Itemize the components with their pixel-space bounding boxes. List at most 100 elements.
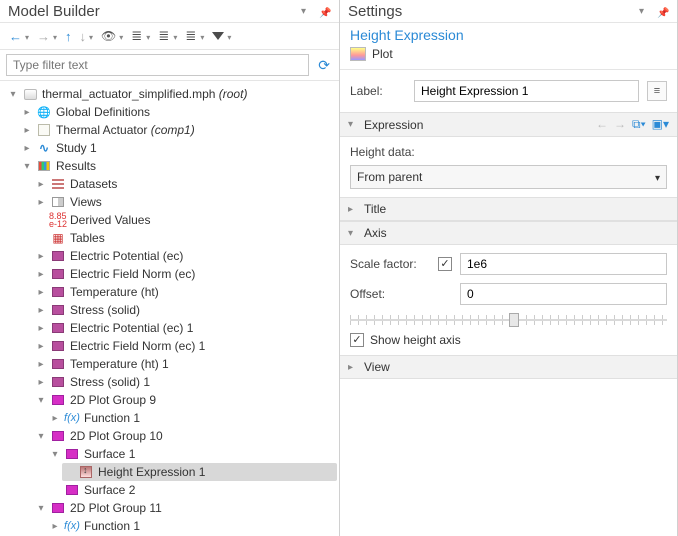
study-icon xyxy=(36,141,52,155)
nav-down-button[interactable]: ↓ xyxy=(77,27,97,46)
results-icon xyxy=(38,161,50,171)
height-data-combo[interactable]: From parent xyxy=(350,165,667,189)
expand-icon[interactable]: ▸ xyxy=(22,107,32,118)
insert-expression-icon[interactable]: ⧉▾ xyxy=(632,117,646,132)
tree-node-surface-1[interactable]: ▾Surface 1 xyxy=(48,445,337,463)
model-builder-panel: Model Builder ← → ↑ ↓ ▾ thermal_actuator… xyxy=(0,0,340,536)
plot-icon xyxy=(52,269,64,279)
expand-button[interactable] xyxy=(155,26,180,46)
tree-node-function-1[interactable]: ▸f(x)Function 1 xyxy=(48,409,337,427)
expand-icon[interactable]: ▾ xyxy=(22,161,32,172)
plot-icon xyxy=(52,305,64,315)
plot-icon xyxy=(52,251,64,261)
filter-input[interactable] xyxy=(6,54,309,76)
tree-node-plot-ep-ec[interactable]: ▸Electric Potential (ec) xyxy=(34,247,337,265)
component-icon xyxy=(38,124,50,136)
chevron-right-icon: ▸ xyxy=(348,362,358,373)
expand-icon[interactable]: ▾ xyxy=(8,89,18,100)
nav-forward-button[interactable]: → xyxy=(34,27,60,46)
surface-icon xyxy=(66,449,78,459)
tree-node-plot-temp-ht[interactable]: ▸Temperature (ht) xyxy=(34,283,337,301)
tree-node-datasets[interactable]: ▸Datasets xyxy=(34,175,337,193)
model-builder-title: Model Builder xyxy=(8,3,100,20)
plot-2d-icon xyxy=(52,431,64,441)
show-height-axis-checkbox[interactable] xyxy=(350,333,364,347)
group-button[interactable] xyxy=(182,26,207,46)
model-builder-header: Model Builder xyxy=(0,0,339,23)
settings-subtitle: Height Expression xyxy=(340,23,677,45)
nav-back-button[interactable]: ← xyxy=(6,27,32,46)
tree-node-tables[interactable]: ▸Tables xyxy=(34,229,337,247)
expand-icon[interactable]: ▸ xyxy=(22,125,32,136)
refresh-button[interactable] xyxy=(315,55,333,76)
show-button[interactable] xyxy=(98,27,126,45)
tree-node-plot-stress1[interactable]: ▸Stress (solid) 1 xyxy=(34,373,337,391)
tree-node-plot-group-10[interactable]: ▾2D Plot Group 10 xyxy=(34,427,337,445)
scale-factor-input[interactable] xyxy=(460,253,667,275)
views-icon xyxy=(52,197,64,207)
slider-thumb[interactable] xyxy=(509,313,519,327)
panel-menu-icon[interactable] xyxy=(301,5,315,19)
model-tree[interactable]: ▾ thermal_actuator_simplified.mph (root)… xyxy=(0,81,339,536)
goto-button[interactable] xyxy=(647,81,667,101)
tree-node-plot-temp-ht1[interactable]: ▸Temperature (ht) 1 xyxy=(34,355,337,373)
tree-node-component[interactable]: ▸ Thermal Actuator (comp1) xyxy=(20,121,337,139)
tree-node-plot-ef-ec[interactable]: ▸Electric Field Norm (ec) xyxy=(34,265,337,283)
tree-node-surface-2[interactable]: ▸Surface 2 xyxy=(48,481,337,499)
tree-node-plot-ef-ec1[interactable]: ▸Electric Field Norm (ec) 1 xyxy=(34,337,337,355)
panel-menu-icon[interactable] xyxy=(639,5,653,19)
tree-node-study[interactable]: ▸ Study 1 xyxy=(20,139,337,157)
label-row: Label: xyxy=(340,70,677,112)
plot-button-label[interactable]: Plot xyxy=(372,47,393,61)
tree-node-views[interactable]: ▸Views xyxy=(34,193,337,211)
function-icon: f(x) xyxy=(64,519,80,533)
section-header-expression[interactable]: ▾ Expression ← → ⧉▾ ▣▾ xyxy=(340,112,677,137)
globe-icon xyxy=(36,105,52,119)
tree-node-function-1b[interactable]: ▸f(x)Function 1 xyxy=(48,517,337,535)
tree-node-global-definitions[interactable]: ▸ Global Definitions xyxy=(20,103,337,121)
section-header-title[interactable]: ▸ Title xyxy=(340,197,677,221)
offset-slider[interactable] xyxy=(350,315,667,325)
label-field-label: Label: xyxy=(350,84,406,98)
arrow-right-icon[interactable]: → xyxy=(614,117,626,132)
tree-node-plot-group-9[interactable]: ▾2D Plot Group 9 xyxy=(34,391,337,409)
plot-icon xyxy=(52,377,64,387)
collapse-button[interactable] xyxy=(128,26,153,46)
section-header-axis[interactable]: ▾ Axis xyxy=(340,221,677,245)
tree-node-results[interactable]: ▾ Results xyxy=(20,157,337,175)
chevron-down-icon: ▾ xyxy=(348,228,358,239)
pin-icon[interactable] xyxy=(319,5,333,19)
derived-values-icon: 8.85 e-12 xyxy=(50,213,66,227)
tree-node-root[interactable]: ▾ thermal_actuator_simplified.mph (root) xyxy=(6,85,337,103)
tables-icon xyxy=(50,231,66,245)
plot-icon xyxy=(52,323,64,333)
height-data-value: From parent xyxy=(357,170,422,184)
chevron-down-icon xyxy=(655,170,660,184)
height-expression-icon xyxy=(80,466,92,478)
tree-node-plot-ep-ec1[interactable]: ▸Electric Potential (ec) 1 xyxy=(34,319,337,337)
section-body-expression: Height data: From parent xyxy=(340,137,677,197)
chevron-down-icon: ▾ xyxy=(348,119,358,130)
pin-icon[interactable] xyxy=(657,5,671,19)
chevron-right-icon: ▸ xyxy=(348,204,358,215)
nav-up-button[interactable]: ↑ xyxy=(62,27,75,46)
plot-icon[interactable] xyxy=(350,47,366,61)
tree-node-plot-stress[interactable]: ▸Stress (solid) xyxy=(34,301,337,319)
label-input[interactable] xyxy=(414,80,639,102)
arrow-left-icon[interactable]: ← xyxy=(596,117,608,132)
model-builder-toolbar: ← → ↑ ↓ xyxy=(0,23,339,50)
section-body-axis: Scale factor: Offset: Show height axis xyxy=(340,245,677,355)
replace-expression-icon[interactable]: ▣▾ xyxy=(652,117,669,132)
scale-factor-checkbox[interactable] xyxy=(438,257,452,271)
plot-icon xyxy=(52,341,64,351)
tree-node-plot-group-11[interactable]: ▾2D Plot Group 11 xyxy=(34,499,337,517)
tree-node-derived-values[interactable]: ▸8.85 e-12Derived Values xyxy=(34,211,337,229)
section-header-view[interactable]: ▸ View xyxy=(340,355,677,379)
tree-node-height-expression-1[interactable]: ▸Height Expression 1 xyxy=(62,463,337,481)
filter-button[interactable] xyxy=(209,27,234,45)
offset-input[interactable] xyxy=(460,283,667,305)
plot-icon xyxy=(52,359,64,369)
surface-icon xyxy=(66,485,78,495)
expand-icon[interactable]: ▸ xyxy=(22,143,32,154)
plot-icon xyxy=(52,287,64,297)
